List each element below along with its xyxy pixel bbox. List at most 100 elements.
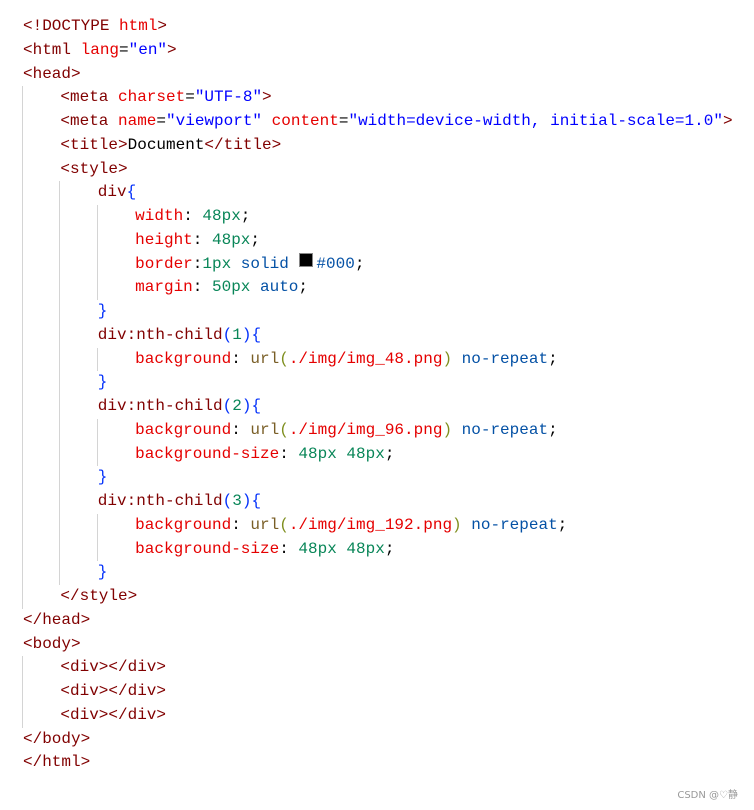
indent-guide: [22, 442, 60, 467]
code-token: ): [442, 349, 453, 368]
code-line: <title> Document </title>: [22, 133, 733, 158]
code-line: </style>: [22, 585, 733, 609]
code-token: 3: [232, 492, 242, 510]
code-token: <head>: [23, 64, 81, 83]
indent-guide: [59, 181, 97, 205]
code-token: charset: [118, 88, 186, 107]
indent-guide: [59, 300, 97, 324]
code-token: ;: [548, 349, 558, 368]
code-token: <meta: [60, 88, 118, 107]
code-token: {: [251, 397, 262, 415]
indent-guide: [96, 418, 135, 443]
code-line: background-size: 48px 48px;: [22, 537, 733, 562]
indent-guide: [59, 561, 97, 585]
code-token: </title>: [204, 135, 282, 154]
indent-guide: [22, 537, 60, 562]
code-line: background: url(./img/img_192.png) no-re…: [22, 513, 733, 538]
code-token: :: [183, 207, 203, 225]
code-token: 1: [232, 325, 242, 344]
code-line: <div></div>: [22, 656, 733, 680]
code-token: </head>: [23, 610, 91, 629]
code-token: (: [279, 349, 289, 368]
code-token: :: [192, 230, 212, 249]
code-token: 48px: [202, 207, 241, 225]
code-token: }: [97, 373, 108, 392]
indent-guide: [59, 490, 97, 514]
code-token: url: [250, 420, 280, 439]
code-token: lang: [80, 40, 120, 59]
code-line: background-size: 48px 48px;: [22, 442, 733, 467]
code-token: border: [135, 254, 193, 273]
code-token: <div></div>: [60, 658, 167, 677]
code-token: "en": [128, 40, 168, 59]
indent-guide: [22, 371, 60, 395]
code-token: 48px 48px: [298, 444, 385, 463]
code-line: div:nth-child(3){: [22, 490, 733, 514]
code-line: }: [22, 300, 733, 324]
code-line: }: [22, 466, 733, 490]
indent-guide: [59, 347, 97, 372]
code-token: url: [250, 349, 280, 368]
code-token: :: [279, 444, 299, 463]
code-token: :: [192, 278, 212, 297]
code-token: solid: [231, 254, 299, 273]
code-token: ): [442, 420, 453, 439]
code-token: {: [251, 325, 262, 344]
code-line: <style>: [22, 157, 733, 182]
code-token: (: [222, 492, 233, 510]
code-line: <meta charset = "UTF-8" >: [22, 86, 733, 110]
code-token: </body>: [23, 729, 91, 748]
indent-guide: [96, 513, 135, 538]
indent-guide: [22, 656, 60, 680]
code-token: 48px: [211, 230, 251, 249]
indent-guide: [59, 323, 97, 348]
code-token: ): [241, 492, 252, 510]
code-line: div:nth-child(2){: [22, 395, 733, 419]
code-line: <html lang = "en" >: [23, 39, 733, 63]
indent-guide: [22, 490, 60, 514]
code-token: background-size: [135, 444, 280, 463]
code-line: <head>: [23, 63, 733, 87]
code-line: </body>: [23, 728, 733, 752]
indent-guide: [22, 205, 60, 229]
code-line: <body>: [23, 633, 733, 657]
code-token: ;: [250, 230, 260, 249]
code-token: {: [251, 492, 262, 510]
code-token: >: [157, 17, 168, 35]
code-line: width: 48px;: [22, 205, 733, 229]
code-token: div: [97, 183, 127, 202]
code-token: #000: [316, 254, 355, 273]
indent-guide: [96, 205, 135, 229]
code-line: border:1px solid #000;: [22, 252, 733, 277]
code-token: (: [222, 325, 233, 344]
code-token: "UTF-8": [194, 88, 263, 107]
indent-guide: [59, 442, 97, 467]
code-token: ;: [240, 207, 251, 225]
code-token: ;: [384, 444, 395, 463]
code-line: div{: [22, 181, 733, 205]
indent-guide: [22, 133, 60, 158]
code-line: background: url(./img/img_96.png) no-rep…: [22, 418, 733, 443]
code-token: <title>: [60, 135, 128, 154]
code-token: =: [119, 40, 129, 59]
code-line: margin: 50px auto;: [22, 276, 733, 300]
code-token: ;: [384, 539, 395, 558]
code-token: >: [167, 40, 177, 59]
indent-guide: [22, 466, 60, 490]
code-token: </html>: [23, 753, 91, 772]
indent-guide: [22, 561, 60, 585]
code-line: <!DOCTYPE html >: [23, 15, 733, 39]
code-token: :: [231, 420, 251, 439]
code-token: <div></div>: [60, 682, 167, 700]
code-token: no-repeat: [452, 420, 549, 439]
indent-guide: [22, 395, 60, 419]
code-token: ;: [548, 420, 558, 439]
indent-guide: [96, 347, 135, 372]
code-line: }: [22, 371, 733, 395]
code-token: background: [135, 420, 232, 439]
code-token: }: [97, 468, 108, 487]
code-line: background: url(./img/img_48.png) no-rep…: [22, 347, 733, 372]
indent-guide: [22, 300, 60, 324]
code-token: <!DOCTYPE: [23, 17, 120, 35]
indent-guide: [59, 395, 97, 419]
